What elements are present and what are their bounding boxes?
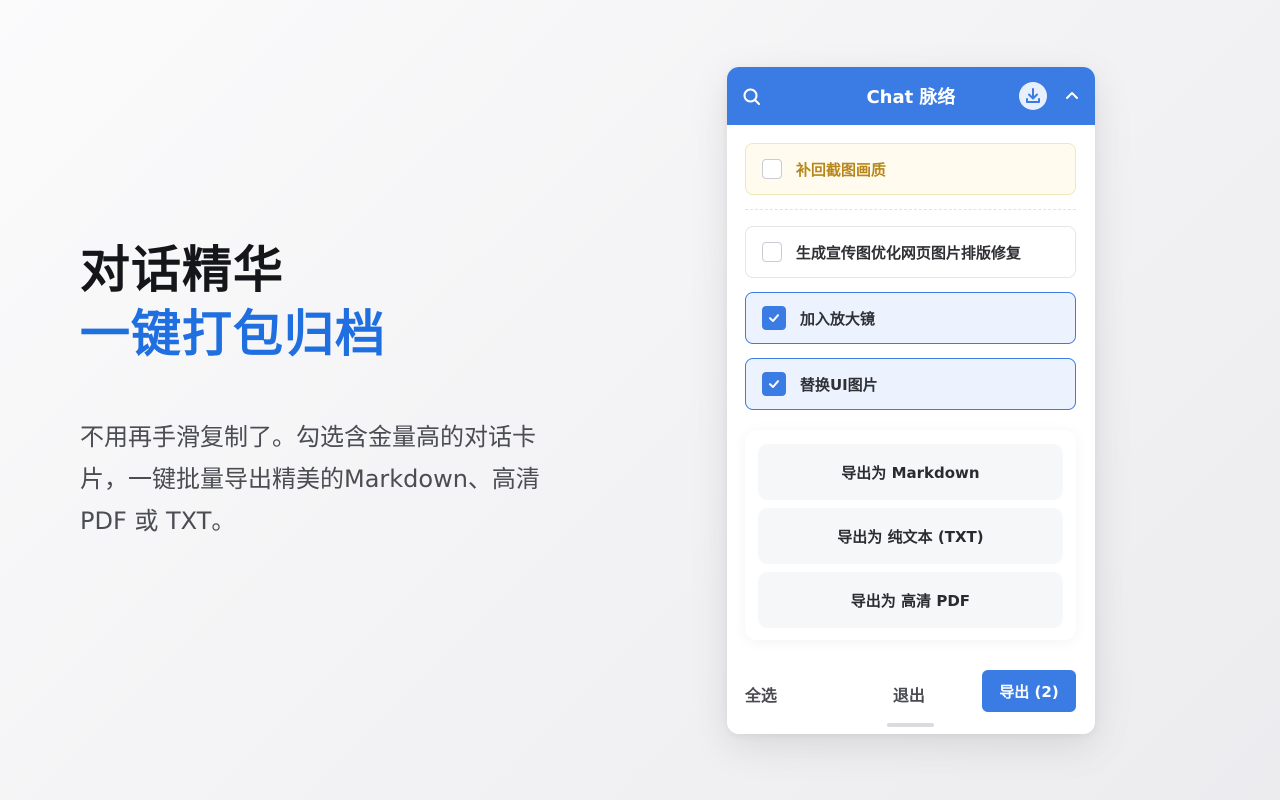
promo-description: 不用再手滑复制了。勾选含金量高的对话卡片，一键批量导出精美的Markdown、高… bbox=[80, 423, 540, 535]
list-item[interactable]: 替换UI图片 bbox=[745, 358, 1076, 410]
chevron-up-icon[interactable] bbox=[1063, 87, 1081, 105]
panel-footer: 全选 退出 导出 (2) bbox=[727, 656, 1095, 734]
checkbox[interactable] bbox=[762, 242, 782, 262]
checkbox-checked[interactable] bbox=[762, 372, 786, 396]
promo-title-line1: 对话精华 bbox=[80, 241, 284, 299]
download-icon[interactable] bbox=[1019, 82, 1047, 110]
drag-handle[interactable] bbox=[887, 723, 934, 727]
list-item[interactable]: 生成宣传图优化网页图片排版修复 bbox=[745, 226, 1076, 278]
panel-header: Chat 脉络 bbox=[727, 67, 1095, 125]
list-item[interactable]: 加入放大镜 bbox=[745, 292, 1076, 344]
check-icon bbox=[769, 314, 779, 322]
promo-title-line2: 一键打包归档 bbox=[80, 305, 386, 363]
checkbox[interactable] bbox=[762, 159, 782, 179]
item-label: 补回截图画质 bbox=[796, 160, 887, 179]
panel-title: Chat 脉络 bbox=[866, 87, 956, 108]
export-pdf-button[interactable]: 导出为 高清 PDF bbox=[758, 572, 1063, 628]
item-label: 替换UI图片 bbox=[800, 375, 878, 394]
checkbox-checked[interactable] bbox=[762, 306, 786, 330]
export-markdown-button[interactable]: 导出为 Markdown bbox=[758, 444, 1063, 500]
item-label: 生成宣传图优化网页图片排版修复 bbox=[796, 243, 1022, 262]
promo-section: 对话精华 一键打包归档 不用再手滑复制了。勾选含金量高的对话卡片，一键批量导出精… bbox=[80, 238, 550, 542]
check-icon bbox=[769, 380, 779, 388]
divider bbox=[745, 209, 1076, 210]
chat-context-panel: Chat 脉络 补回截图画质 生成宣传图优化网页图片排版修复 加入放大镜 替换U… bbox=[727, 67, 1095, 734]
export-txt-button[interactable]: 导出为 纯文本 (TXT) bbox=[758, 508, 1063, 564]
search-icon[interactable] bbox=[741, 86, 763, 108]
panel-body: 补回截图画质 生成宣传图优化网页图片排版修复 加入放大镜 替换UI图片 导出为 … bbox=[727, 125, 1095, 640]
list-item-warning[interactable]: 补回截图画质 bbox=[745, 143, 1076, 195]
select-all-button[interactable]: 全选 bbox=[745, 682, 777, 706]
export-options: 导出为 Markdown 导出为 纯文本 (TXT) 导出为 高清 PDF bbox=[745, 430, 1076, 640]
item-label: 加入放大镜 bbox=[800, 309, 876, 328]
exit-button[interactable]: 退出 bbox=[893, 682, 925, 706]
export-button[interactable]: 导出 (2) bbox=[982, 670, 1076, 712]
